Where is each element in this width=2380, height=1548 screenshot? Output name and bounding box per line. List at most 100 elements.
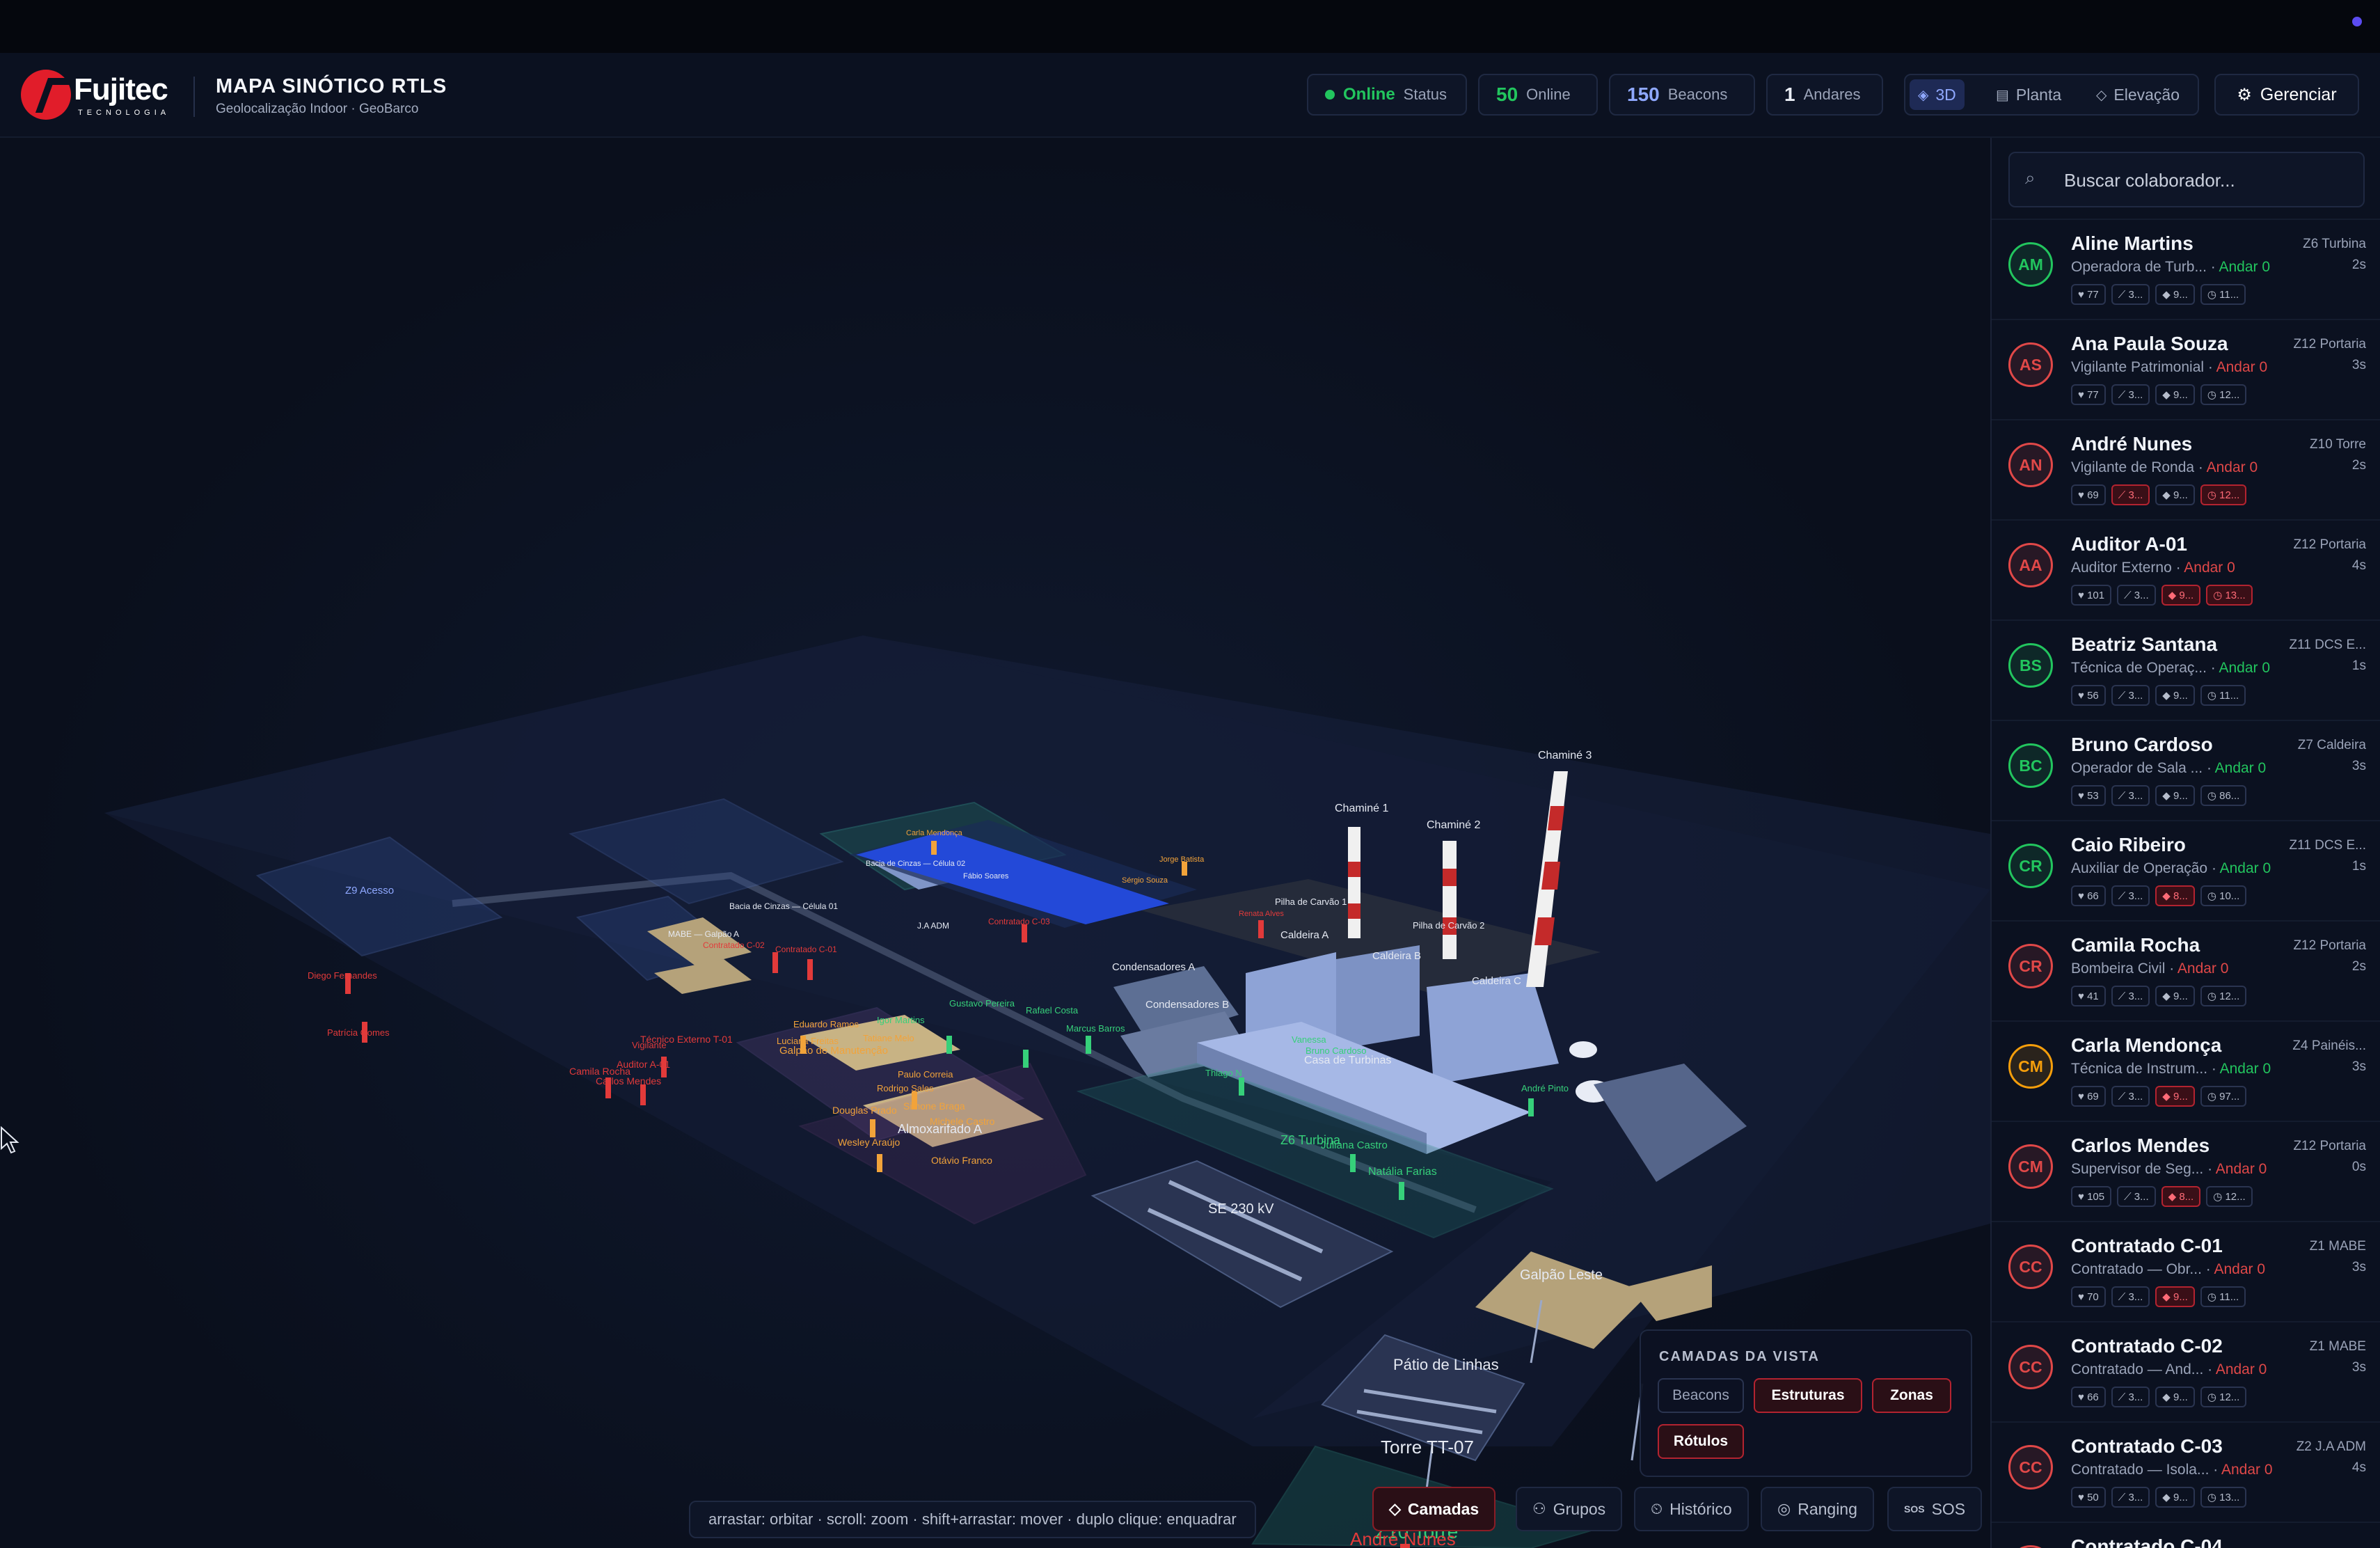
layer-labels-toggle[interactable]: Rótulos xyxy=(1658,1424,1744,1459)
movement-value: 3... xyxy=(2134,1190,2149,1203)
view-3d-button[interactable]: ◈ 3D xyxy=(1910,79,1965,110)
person-floor: Andar 0 xyxy=(2214,1261,2266,1277)
worker-marker[interactable] xyxy=(1022,924,1027,942)
history-button[interactable]: ⏲ Histórico xyxy=(1634,1487,1749,1531)
walk-icon: ⟋ xyxy=(2118,689,2129,702)
person-role: Contratado — Obr... · Andar 0 xyxy=(2071,1261,2266,1277)
worker-marker[interactable] xyxy=(640,1084,646,1105)
person-list-item[interactable]: AA Auditor A-01 Auditor Externo · Andar 0 Z… xyxy=(1992,519,2380,621)
clock-icon: ◷ xyxy=(2207,1391,2220,1403)
movement-value: 3... xyxy=(2128,689,2143,702)
brand-sub: TECNOLOGIA xyxy=(78,109,170,117)
worker-marker[interactable] xyxy=(1086,1036,1091,1054)
chimney-3-stripe-3 xyxy=(1534,917,1555,945)
person-list-item[interactable]: BC Bruno Cardoso Operador de Sala ... · An… xyxy=(1992,720,2380,821)
person-floor: Andar 0 xyxy=(2219,1061,2271,1077)
search-box[interactable]: ⌕ xyxy=(2008,152,2365,207)
avatar: CC xyxy=(2008,1445,2053,1490)
worker-label: Gustavo Pereira xyxy=(949,998,1015,1009)
groups-button[interactable]: ⚇ Grupos xyxy=(1516,1487,1623,1531)
movement-tag: ⟋ 3... xyxy=(2111,785,2150,806)
heart-icon: ♥ xyxy=(2078,990,2088,1002)
heart-icon: ♥ xyxy=(2078,689,2088,702)
person-list-item[interactable]: BS Beatriz Santana Técnica de Operaç... · … xyxy=(1992,619,2380,721)
worker-marker[interactable] xyxy=(807,959,813,980)
person-role: Contratado — Isola... · Andar 0 xyxy=(2071,1462,2273,1478)
fujitec-logo-icon xyxy=(21,70,71,120)
time-value: 11... xyxy=(2219,1290,2239,1303)
battery-tag: ◆ 9... xyxy=(2155,284,2195,305)
person-list-item[interactable]: CR Camila Rocha Bombeira Civil · Andar 0 Z1… xyxy=(1992,920,2380,1022)
boiler-b-label: Caldeira B xyxy=(1372,950,1421,962)
page-title: MAPA SINÓTICO RTLS xyxy=(216,75,447,97)
chimney-3-stripe xyxy=(1548,806,1564,830)
battery-icon: ◆ xyxy=(2162,690,2173,702)
heart-rate-value: 53 xyxy=(2087,789,2099,802)
search-input[interactable] xyxy=(2063,161,2358,199)
person-list-item[interactable]: CR Caio Ribeiro Auxiliar de Operação · And… xyxy=(1992,820,2380,922)
worker-marker[interactable] xyxy=(1182,862,1187,876)
movement-tag: ⟋ 3... xyxy=(2111,484,2150,505)
person-list-item[interactable]: AN André Nunes Vigilante de Ronda · Andar … xyxy=(1992,419,2380,521)
worker-marker[interactable] xyxy=(877,1154,882,1172)
layer-zones-toggle[interactable]: Zonas xyxy=(1872,1378,1951,1413)
person-last-seen: 4s xyxy=(2351,558,2366,573)
layer-beacons-toggle[interactable]: Beacons xyxy=(1658,1378,1744,1413)
person-zone: Z12 Portaria xyxy=(2293,1139,2366,1153)
chimney-1-label: Chaminé 1 xyxy=(1335,803,1388,814)
person-role: Operadora de Turb... · Andar 0 xyxy=(2071,259,2271,275)
person-last-seen: 3s xyxy=(2351,1059,2366,1074)
person-list-item[interactable]: CC Contratado C-01 Contratado — Obr... · A… xyxy=(1992,1221,2380,1322)
ranging-button[interactable]: ◎ Ranging xyxy=(1761,1487,1874,1531)
person-list-item[interactable]: CM Carlos Mendes Supervisor de Seg... · An… xyxy=(1992,1121,2380,1222)
worker-marker[interactable] xyxy=(1239,1077,1244,1096)
person-list-item[interactable]: CC Contratado C-03 Contratado — Isola... ·… xyxy=(1992,1421,2380,1523)
person-list-item[interactable]: CM Carla Mendonça Técnica de Instrum... · … xyxy=(1992,1020,2380,1122)
contractor-c02-label: Contratado C-02 xyxy=(703,940,765,950)
contractor-c03-label: Contratado C-03 xyxy=(988,917,1050,926)
worker-marker[interactable] xyxy=(1528,1098,1534,1116)
battery-tag: ◆ 9... xyxy=(2155,1387,2195,1407)
map-3d-viewport[interactable]: Chaminé 1 Chaminé 2 Chaminé 3 Caldeira A… xyxy=(0,138,1990,1548)
layer-structures-toggle[interactable]: Estruturas xyxy=(1754,1378,1862,1413)
beacons-label: Beacons xyxy=(1667,86,1728,103)
person-tags: ♥ 50 ⟋ 3... ◆ 9... ◷ 13... xyxy=(2071,1487,2247,1508)
worker-marker[interactable] xyxy=(772,952,778,973)
person-list-item[interactable]: AS Ana Paula Souza Vigilante Patrimonial ·… xyxy=(1992,319,2380,420)
person-list-item[interactable]: CC Contratado C-04 xyxy=(1992,1522,2380,1548)
worker-marker[interactable] xyxy=(946,1036,952,1054)
worker-marker[interactable] xyxy=(1023,1050,1029,1068)
avatar: BC xyxy=(2008,743,2053,788)
heart-icon: ♥ xyxy=(2078,1190,2088,1203)
layers-button[interactable]: ◇ Camadas xyxy=(1372,1487,1496,1531)
person-last-seen: 2s xyxy=(2351,959,2366,974)
chimney-1 xyxy=(1348,827,1360,938)
person-role-text: Técnica de Operaç... xyxy=(2071,660,2207,676)
heart-rate-tag: ♥ 56 xyxy=(2071,685,2106,706)
view-3d-label: 3D xyxy=(1935,85,1956,104)
worker-marker[interactable] xyxy=(1399,1182,1404,1200)
view-plan-button[interactable]: ▤ Planta xyxy=(1988,79,2070,110)
mabe-shed-label: MABE — Galpão A xyxy=(668,929,739,939)
person-list-item[interactable]: AM Aline Martins Operadora de Turb... · An… xyxy=(1992,219,2380,320)
worker-marker[interactable] xyxy=(1350,1154,1356,1172)
worker-label: Douglas Prado xyxy=(832,1105,897,1116)
layers-panel-title: CAMADAS DA VISTA xyxy=(1659,1349,1820,1364)
worker-label: Patrícia Gomes xyxy=(327,1027,390,1038)
person-list-item[interactable]: CC Contratado C-02 Contratado — And... · A… xyxy=(1992,1321,2380,1423)
person-zone: Z11 DCS E... xyxy=(2289,838,2366,853)
battery-tag: ◆ 9... xyxy=(2155,1286,2195,1307)
view-layers-panel: CAMADAS DA VISTA Beacons Estruturas Zona… xyxy=(1640,1329,1972,1477)
worker-marker[interactable] xyxy=(1258,920,1264,938)
worker-label: Paulo Correia xyxy=(898,1069,953,1080)
avatar-initials: CC xyxy=(2019,1257,2042,1276)
indicator-dot xyxy=(2352,17,2362,26)
view-elevation-button[interactable]: ◇ Elevação xyxy=(2088,79,2188,110)
manage-button[interactable]: ⚙ Gerenciar xyxy=(2214,74,2359,116)
worker-marker[interactable] xyxy=(931,841,937,855)
worker-marker[interactable] xyxy=(870,1119,875,1137)
sos-button[interactable]: SOS SOS xyxy=(1887,1487,1983,1531)
battery-value: 9... xyxy=(2173,689,2188,702)
map-icon: ▤ xyxy=(1996,87,2009,103)
time-tag: ◷ 12... xyxy=(2200,986,2247,1006)
